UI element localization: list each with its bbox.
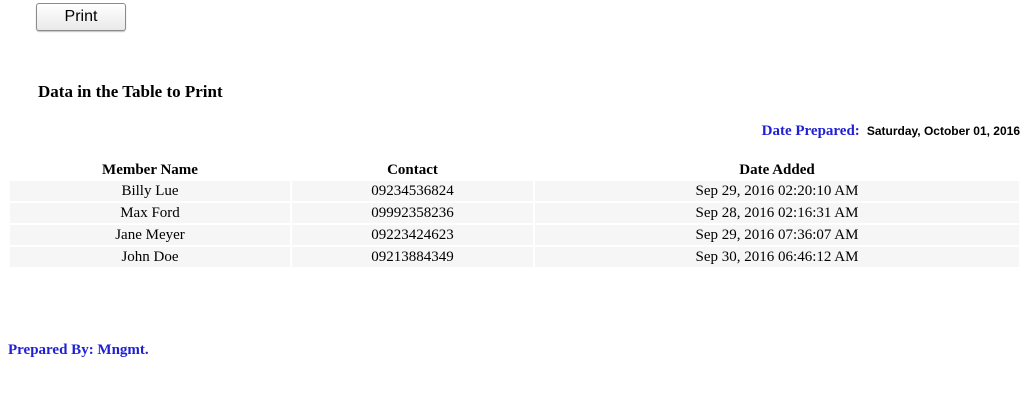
cell-member-name: John Doe	[10, 247, 290, 267]
cell-member-name: Max Ford	[10, 203, 290, 223]
cell-date-added: Sep 29, 2016 02:20:10 AM	[535, 181, 1019, 201]
cell-member-name: Billy Lue	[10, 181, 290, 201]
prepared-by: Prepared By: Mngmt.	[8, 342, 149, 358]
date-prepared: Date Prepared: Saturday, October 01, 201…	[762, 122, 1020, 140]
cell-date-added: Sep 28, 2016 02:16:31 AM	[535, 203, 1019, 223]
date-prepared-value: Saturday, October 01, 2016	[866, 124, 1020, 138]
cell-contact: 09992358236	[292, 203, 533, 223]
cell-date-added: Sep 30, 2016 06:46:12 AM	[535, 247, 1019, 267]
cell-contact: 09213884349	[292, 247, 533, 267]
header-contact: Contact	[292, 161, 533, 179]
cell-member-name: Jane Meyer	[10, 225, 290, 245]
print-button[interactable]: Print	[36, 3, 126, 31]
table-row: John Doe 09213884349 Sep 30, 2016 06:46:…	[10, 247, 1019, 267]
header-member-name: Member Name	[10, 161, 290, 179]
page-heading: Data in the Table to Print	[38, 82, 223, 101]
table-row: Jane Meyer 09223424623 Sep 29, 2016 07:3…	[10, 225, 1019, 245]
table-header-row: Member Name Contact Date Added	[10, 161, 1019, 179]
cell-date-added: Sep 29, 2016 07:36:07 AM	[535, 225, 1019, 245]
date-prepared-label: Date Prepared:	[761, 123, 860, 139]
cell-contact: 09234536824	[292, 181, 533, 201]
members-table: Member Name Contact Date Added Billy Lue…	[8, 159, 1021, 269]
table-row: Max Ford 09992358236 Sep 28, 2016 02:16:…	[10, 203, 1019, 223]
table-row: Billy Lue 09234536824 Sep 29, 2016 02:20…	[10, 181, 1019, 201]
cell-contact: 09223424623	[292, 225, 533, 245]
header-date-added: Date Added	[535, 161, 1019, 179]
